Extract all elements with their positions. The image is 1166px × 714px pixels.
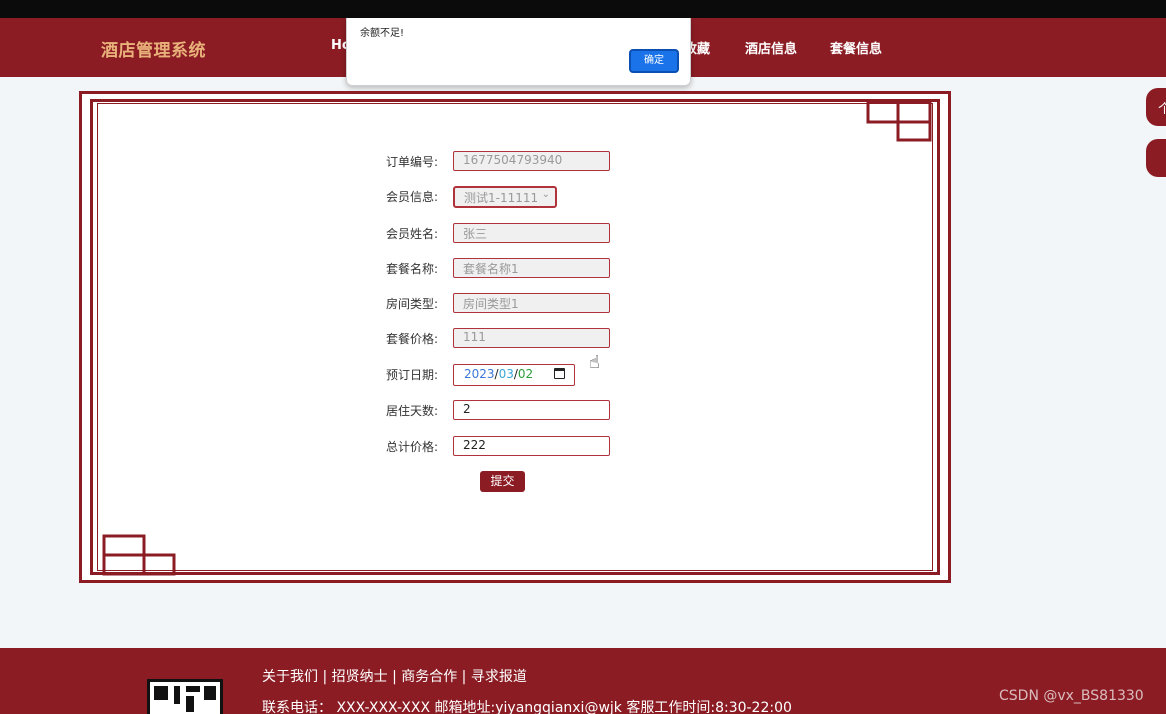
corner-ornament-top-right [866, 100, 932, 142]
total-price-field[interactable]: 222 [453, 436, 610, 456]
footer-contact: 联系电话： XXX-XXX-XXX 邮箱地址:yiyangqianxi@wjk … [262, 700, 792, 714]
label-order-number: 订单编号: [386, 155, 439, 169]
label-stay-days: 居住天数: [386, 404, 439, 418]
member-name-field[interactable]: 张三 [453, 223, 610, 243]
label-booking-date: 预订日期: [386, 368, 439, 382]
package-name-field[interactable]: 套餐名称1 [453, 258, 610, 278]
label-member-info: 会员信息: [386, 190, 439, 204]
qr-code-icon [147, 679, 223, 714]
nav-item-hotel-info[interactable]: 酒店信息 [745, 38, 797, 57]
chevron-down-icon: ⌄ [541, 189, 550, 200]
label-package-price: 套餐价格: [386, 332, 439, 346]
footer: 关于我们 | 招贤纳士 | 商务合作 | 寻求报道 联系电话： XXX-XXX-… [0, 648, 1166, 714]
corner-ornament-bottom-left [102, 534, 176, 576]
room-type-field[interactable]: 房间类型1 [453, 293, 610, 313]
stay-days-field[interactable]: 2 [453, 400, 610, 420]
brand-title: 酒店管理系统 [101, 41, 206, 61]
date-month: 03 [498, 367, 514, 381]
alert-message: 余额不足! [360, 28, 405, 39]
right-side-tab-2[interactable] [1146, 139, 1166, 177]
member-info-select[interactable]: 测试1-11111 ⌄ [453, 186, 557, 208]
calendar-icon[interactable] [554, 368, 565, 379]
nav-item-package-info[interactable]: 套餐信息 [830, 38, 882, 57]
watermark: CSDN @vx_BS81330 [999, 688, 1144, 704]
member-info-value: 测试1-11111 [464, 191, 539, 205]
submit-button[interactable]: 提交 [480, 471, 525, 492]
package-price-field[interactable]: 111 [453, 328, 610, 348]
order-number-field[interactable]: 1677504793940 [453, 151, 610, 171]
booking-date-input[interactable]: 2023/03/02 [453, 364, 575, 386]
window-top-bar [0, 0, 1166, 18]
date-year: 2023 [464, 367, 495, 381]
hand-cursor-icon: ☝ [589, 352, 600, 373]
label-member-name: 会员姓名: [386, 227, 439, 241]
date-day: 02 [517, 367, 534, 381]
alert-dialog: 余额不足! 确定 [346, 18, 691, 86]
label-total-price: 总计价格: [386, 440, 439, 454]
label-package-name: 套餐名称: [386, 262, 439, 276]
alert-ok-button[interactable]: 确定 [629, 49, 679, 73]
footer-links[interactable]: 关于我们 | 招贤纳士 | 商务合作 | 寻求报道 [262, 666, 527, 686]
right-side-tab-1[interactable]: 个 [1146, 88, 1166, 126]
label-room-type: 房间类型: [386, 297, 439, 311]
